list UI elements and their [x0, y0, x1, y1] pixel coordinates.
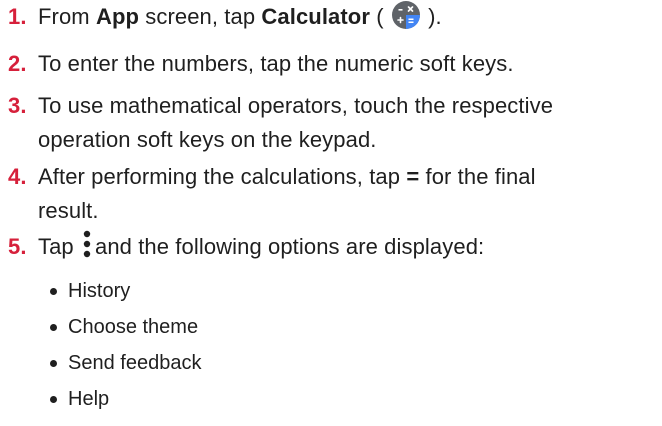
option-label: Choose theme — [68, 316, 199, 338]
list-item: Help — [48, 387, 201, 423]
step-text-line-2: operation soft keys on the keypad. — [38, 127, 377, 152]
step-number: 3. — [8, 93, 27, 118]
list-item: Send feedback — [48, 351, 201, 387]
step-number: 4. — [8, 164, 27, 189]
list-item: Choose theme — [48, 315, 201, 351]
step-text: ( — [370, 4, 384, 29]
step-text: Tap — [38, 234, 80, 259]
step-text-line-1: After performing the calculations, tap =… — [38, 163, 536, 191]
step-3: 3. To use mathematical operators, touch … — [0, 92, 553, 154]
step-text: From — [38, 4, 96, 29]
bullet-icon — [50, 324, 57, 331]
bullet-icon — [50, 360, 57, 367]
step-text: ). — [428, 4, 442, 29]
step-text: screen, tap — [139, 4, 262, 29]
step-text-line-2: result. — [38, 198, 99, 223]
options-list: History Choose theme Send feedback Help — [48, 279, 201, 423]
step-1: 1. From App screen, tap Calculator (). — [0, 1, 442, 32]
calculator-app-icon — [391, 1, 420, 30]
step-2: 2. To enter the numbers, tap the numeric… — [0, 50, 514, 78]
option-label: Help — [68, 388, 110, 410]
step-text: To enter the numbers, tap the numeric so… — [38, 51, 514, 76]
list-item: History — [48, 279, 201, 315]
step-4: 4. After performing the calculations, ta… — [0, 163, 536, 225]
option-label: Send feedback — [68, 352, 202, 374]
step-5: 5. Tap and the following options are dis… — [0, 230, 485, 263]
step-number: 1. — [8, 4, 27, 29]
option-label: History — [68, 280, 131, 302]
step-text-line-1: To use mathematical operators, touch the… — [38, 93, 554, 118]
equals-label: = — [406, 164, 420, 189]
bullet-icon — [50, 288, 57, 295]
step-number: 2. — [8, 51, 27, 76]
step-text: and the following options are displayed: — [94, 234, 485, 259]
step-text: After performing the calculations, tap — [38, 164, 407, 189]
bullet-icon — [50, 396, 57, 403]
app-label: App — [95, 4, 140, 29]
step-text: for the final — [419, 164, 536, 189]
step-number: 5. — [8, 234, 27, 259]
calculator-label: Calculator — [261, 4, 370, 29]
more-vert-icon — [81, 229, 93, 259]
